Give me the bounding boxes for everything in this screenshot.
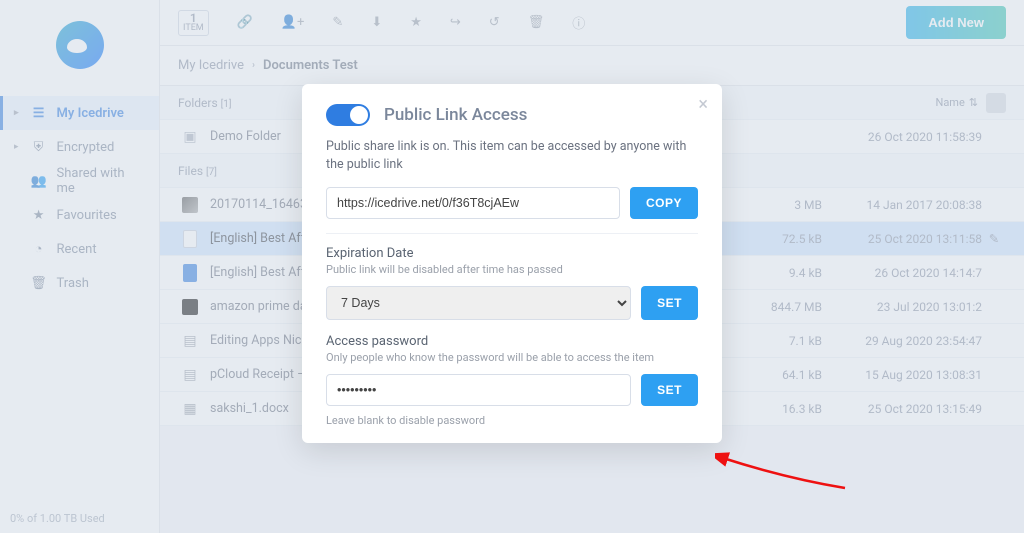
public-link-input[interactable] xyxy=(326,187,620,219)
modal-title: Public Link Access xyxy=(384,105,527,125)
modal-overlay: × Public Link Access Public share link i… xyxy=(0,0,1024,533)
password-hint: Only people who know the password will b… xyxy=(326,351,698,364)
set-expiration-button[interactable]: SET xyxy=(641,286,698,320)
expiration-hint: Public link will be disabled after time … xyxy=(326,263,698,276)
expiration-label: Expiration Date xyxy=(326,246,698,261)
modal-description: Public share link is on. This item can b… xyxy=(326,138,698,173)
public-link-toggle[interactable] xyxy=(326,104,370,126)
set-password-button[interactable]: SET xyxy=(641,374,698,406)
public-link-modal: × Public Link Access Public share link i… xyxy=(302,84,722,443)
password-input[interactable] xyxy=(326,374,631,406)
close-icon[interactable]: × xyxy=(698,94,708,115)
expiration-select[interactable]: 7 Days xyxy=(326,286,631,320)
copy-link-button[interactable]: COPY xyxy=(630,187,698,219)
password-blank-hint: Leave blank to disable password xyxy=(326,414,698,427)
password-label: Access password xyxy=(326,334,698,349)
